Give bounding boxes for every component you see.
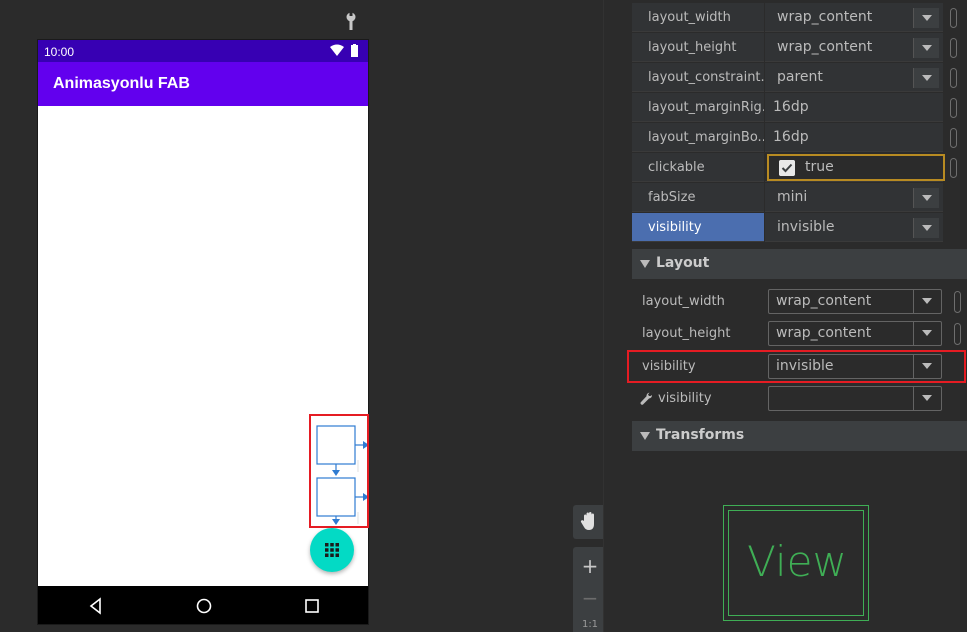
attr-name: layout_marginBo... <box>632 123 764 152</box>
layout-attr-name: layout_height <box>642 326 731 341</box>
checkbox-checked-icon[interactable] <box>779 160 795 176</box>
resource-picker-icon[interactable] <box>950 128 957 148</box>
resource-picker-icon[interactable] <box>950 98 957 118</box>
layout-height-combo[interactable]: wrap_content <box>768 321 942 346</box>
attr-row-margin-right[interactable]: layout_marginRig... 16dp <box>632 93 967 123</box>
view-preview-label: View <box>747 537 847 586</box>
layout-row-width[interactable]: layout_width wrap_content <box>632 286 967 318</box>
selection-highlight <box>309 414 369 528</box>
combo-value: wrap_content <box>776 293 872 309</box>
attr-name: layout_marginRig... <box>632 93 764 122</box>
combo-value: wrap_content <box>776 325 872 341</box>
zoom-out-button[interactable]: − <box>573 583 607 613</box>
dropdown-arrow-icon[interactable] <box>913 8 939 28</box>
transform-view-preview: View <box>723 505 869 621</box>
attr-row-layout-constraint[interactable]: layout_constraint... parent <box>632 63 967 93</box>
resource-picker-icon[interactable] <box>950 158 957 178</box>
dropdown-arrow-icon[interactable] <box>913 387 941 410</box>
view-preview-inner: View <box>728 510 864 616</box>
wrench-icon[interactable] <box>343 12 359 30</box>
resource-picker-icon[interactable] <box>950 8 957 28</box>
attr-row-clickable[interactable]: clickable true <box>632 153 967 183</box>
attr-row-fab-size[interactable]: fabSize mini <box>632 183 967 213</box>
dropdown-arrow-icon[interactable] <box>913 290 941 313</box>
resource-picker-icon[interactable] <box>954 291 961 313</box>
recents-icon[interactable] <box>302 596 322 616</box>
app-title: Animasyonlu FAB <box>53 75 190 92</box>
attr-row-layout-height[interactable]: layout_height wrap_content <box>632 33 967 63</box>
section-title: Transforms <box>656 427 745 443</box>
status-bar: 10:00 <box>38 40 368 62</box>
section-transforms[interactable]: Transforms <box>632 421 967 451</box>
zoom-reset-button[interactable]: 1:1 <box>573 619 607 632</box>
attr-name: visibility <box>632 213 764 242</box>
dropdown-arrow-icon[interactable] <box>913 218 939 238</box>
dropdown-arrow-icon[interactable] <box>913 322 941 345</box>
navigation-bar <box>38 586 368 624</box>
attr-value[interactable]: 16dp <box>765 93 943 122</box>
hand-icon <box>580 512 594 530</box>
status-time: 10:00 <box>44 45 75 59</box>
section-layout[interactable]: Layout <box>632 249 967 279</box>
collapse-arrow-icon[interactable] <box>640 432 650 440</box>
layout-attr-name: layout_width <box>642 294 725 309</box>
dropdown-arrow-icon[interactable] <box>913 188 939 208</box>
attr-name: layout_height <box>632 33 764 62</box>
app-bar: Animasyonlu FAB <box>38 62 368 106</box>
attr-name: clickable <box>632 153 764 182</box>
back-icon[interactable] <box>86 596 106 616</box>
tools-visibility-combo[interactable] <box>768 386 942 411</box>
pan-hand-button[interactable] <box>573 505 607 539</box>
visibility-highlight <box>627 350 966 383</box>
layout-attr-name: visibility <box>658 391 712 406</box>
dropdown-arrow-icon[interactable] <box>913 68 939 88</box>
layout-row-tools-visibility[interactable]: visibility <box>632 383 967 415</box>
attr-row-margin-bottom[interactable]: layout_marginBo... 16dp <box>632 123 967 153</box>
attr-name: layout_constraint... <box>632 63 764 92</box>
clickable-field[interactable]: true <box>767 154 945 181</box>
layout-row-height[interactable]: layout_height wrap_content <box>632 318 967 350</box>
attr-name: layout_width <box>632 3 764 32</box>
attr-row-layout-width[interactable]: layout_width wrap_content <box>632 3 967 33</box>
zoom-controls: + − 1:1 <box>573 547 607 632</box>
collapse-arrow-icon[interactable] <box>640 260 650 268</box>
resource-picker-icon[interactable] <box>950 68 957 88</box>
floating-action-button[interactable] <box>310 528 354 572</box>
zoom-in-button[interactable]: + <box>573 551 607 581</box>
wifi-battery-icon <box>330 44 358 57</box>
section-title: Layout <box>656 255 710 271</box>
wrench-icon <box>640 392 652 405</box>
resource-picker-icon[interactable] <box>950 38 957 58</box>
resource-picker-icon[interactable] <box>954 323 961 345</box>
clickable-value: true <box>805 159 834 175</box>
apps-grid-icon <box>325 543 339 557</box>
attr-name: fabSize <box>632 183 764 212</box>
layout-width-combo[interactable]: wrap_content <box>768 289 942 314</box>
android-studio-layout-editor: 10:00 Animasyonlu FAB + − 1:1 layout_wid… <box>0 0 967 632</box>
attr-value[interactable]: 16dp <box>765 123 943 152</box>
design-canvas[interactable]: 10:00 Animasyonlu FAB + − 1:1 <box>0 0 607 632</box>
attr-row-visibility[interactable]: visibility invisible <box>632 213 967 243</box>
dropdown-arrow-icon[interactable] <box>913 38 939 58</box>
home-icon[interactable] <box>194 596 214 616</box>
